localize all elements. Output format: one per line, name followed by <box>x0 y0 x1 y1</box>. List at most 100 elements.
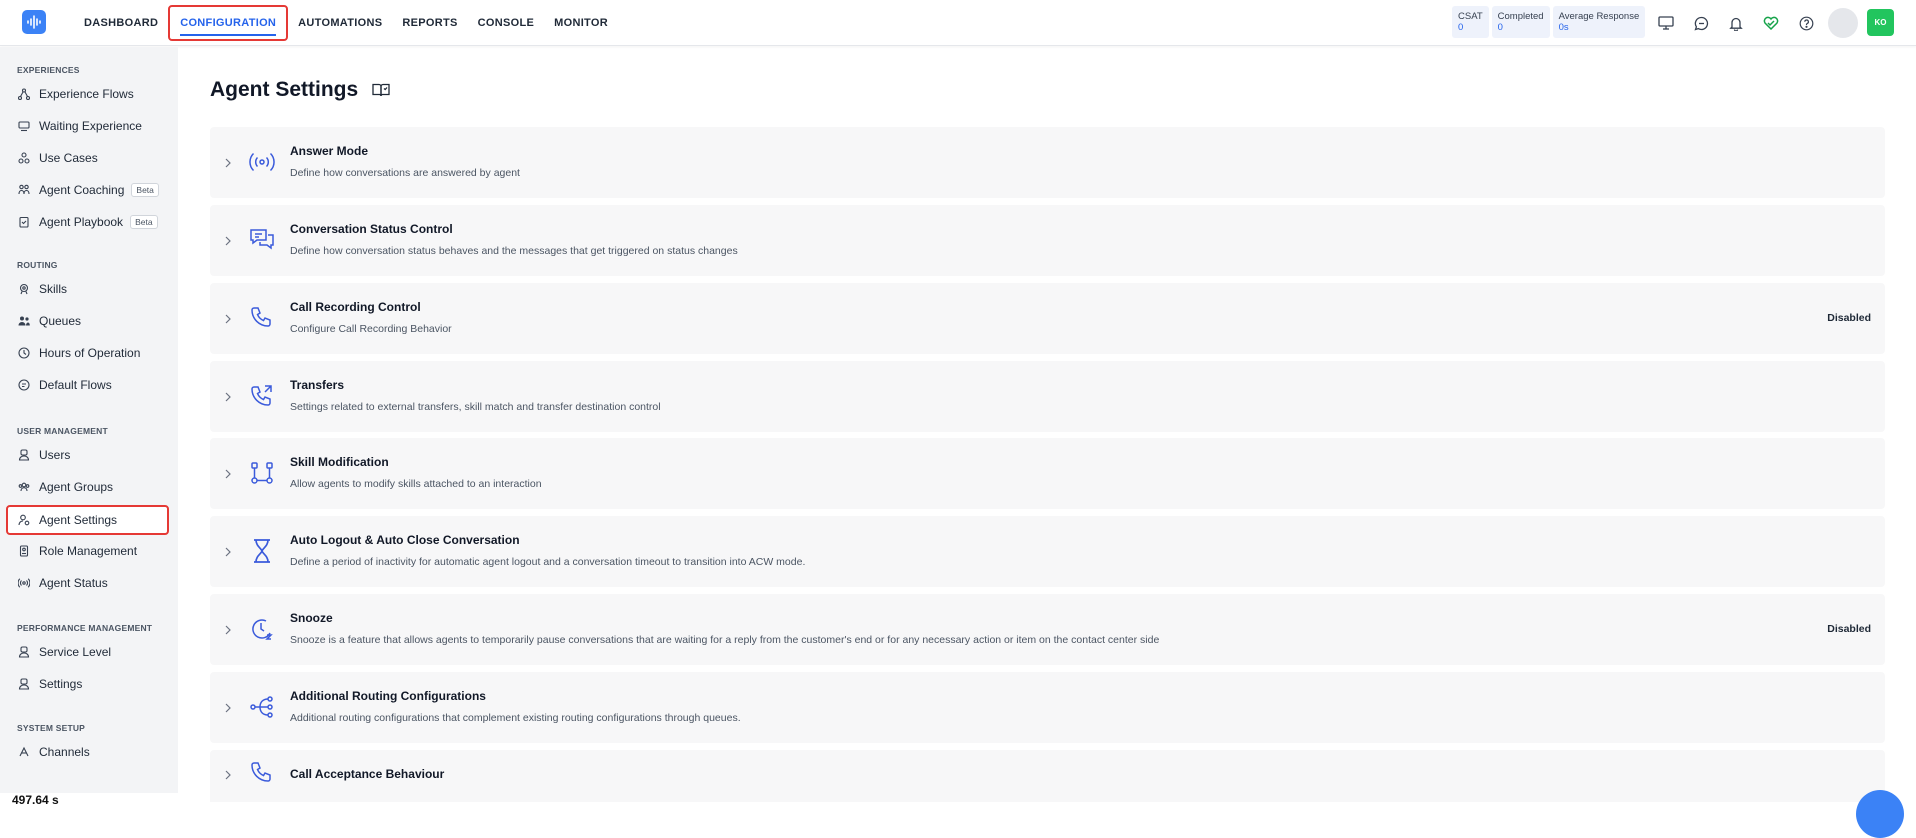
chat-fab-button[interactable] <box>1856 790 1904 838</box>
sidebar-item-experience-flows[interactable]: Experience Flows <box>6 79 169 109</box>
sidebar-item-channels[interactable]: Channels <box>6 737 169 767</box>
setting-card-auto-logout[interactable]: Auto Logout & Auto Close Conversation De… <box>210 516 1885 587</box>
sidebar-item-skills[interactable]: Skills <box>6 274 169 304</box>
setting-card-additional-routing[interactable]: Additional Routing Configurations Additi… <box>210 672 1885 743</box>
setting-description: Define how conversation status behaves a… <box>290 245 738 257</box>
snooze-clock-icon <box>252 619 273 640</box>
setting-card-snooze[interactable]: Snooze Snooze is a feature that allows a… <box>210 594 1885 665</box>
chevron-right-icon[interactable] <box>224 392 232 402</box>
app-logo-icon[interactable] <box>22 10 46 34</box>
skills-icon <box>19 283 29 295</box>
sidebar-item-label: Service Level <box>39 645 112 659</box>
nav-dashboard[interactable]: DASHBOARD <box>74 5 168 41</box>
sidebar-item-label: Role Management <box>39 544 138 558</box>
setting-card-call-recording-control[interactable]: Call Recording Control Configure Call Re… <box>210 283 1885 354</box>
stat-label: Average Response <box>1558 11 1640 22</box>
setting-description: Define how conversations are answered by… <box>290 167 520 179</box>
section-title-experiences: EXPERIENCES <box>17 65 80 75</box>
setting-card-conversation-status-control[interactable]: Conversation Status Control Define how c… <box>210 205 1885 276</box>
avatar[interactable] <box>1828 8 1858 38</box>
main-nav: DASHBOARD CONFIGURATION AUTOMATIONS REPO… <box>74 0 618 46</box>
sidebar-item-service-level[interactable]: Service Level <box>6 637 169 667</box>
phone-icon <box>251 762 271 782</box>
stat-average-response: Average Response 0s <box>1552 6 1646 38</box>
use-cases-icon <box>18 152 30 164</box>
sidebar-item-label: Settings <box>39 677 83 691</box>
status-icon <box>18 578 30 588</box>
sidebar-item-queues[interactable]: Queues <box>6 306 169 336</box>
chat-icon[interactable] <box>1689 11 1713 35</box>
setting-card-transfers[interactable]: Transfers Settings related to external t… <box>210 361 1885 432</box>
chevron-right-icon[interactable] <box>224 703 232 713</box>
setting-card-skill-modification[interactable]: Skill Modification Allow agents to modif… <box>210 438 1885 509</box>
nav-console[interactable]: CONSOLE <box>468 5 545 41</box>
setting-status: Disabled <box>1827 623 1871 635</box>
setting-title: Snooze <box>290 611 333 625</box>
queues-icon <box>18 316 30 326</box>
stat-value: 0 <box>1458 22 1464 33</box>
chevron-right-icon[interactable] <box>224 547 232 557</box>
setting-description: Allow agents to modify skills attached t… <box>290 478 542 490</box>
nav-configuration[interactable]: CONFIGURATION <box>168 5 289 41</box>
sidebar-footer-timer: 497.64 s <box>0 793 178 807</box>
sidebar-item-label: Agent Settings <box>39 513 118 527</box>
section-title-routing: ROUTING <box>17 260 58 270</box>
book-icon[interactable] <box>372 82 390 98</box>
role-icon <box>19 545 29 557</box>
setting-title: Transfers <box>290 378 345 392</box>
setting-title: Call Acceptance Behaviour <box>290 767 445 781</box>
sidebar-item-agent-coaching[interactable]: Agent Coaching Beta <box>6 175 169 205</box>
chevron-right-icon[interactable] <box>224 314 232 324</box>
sidebar-item-label: Waiting Experience <box>39 119 142 133</box>
chevron-right-icon[interactable] <box>224 469 232 479</box>
routing-icon <box>250 696 273 718</box>
sidebar-item-label: Skills <box>39 282 68 296</box>
page-title: Agent Settings <box>210 78 359 101</box>
sidebar-item-role-management[interactable]: Role Management <box>6 536 169 566</box>
sidebar-item-settings[interactable]: Settings <box>6 669 169 699</box>
help-icon[interactable] <box>1794 11 1818 35</box>
chevron-right-icon[interactable] <box>224 770 232 780</box>
agent-groups-icon <box>18 482 30 492</box>
nav-monitor[interactable]: MONITOR <box>544 5 618 41</box>
settings-icon <box>18 678 30 690</box>
sidebar-item-waiting-experience[interactable]: Waiting Experience <box>6 111 169 141</box>
setting-title: Call Recording Control <box>290 300 421 314</box>
stat-label: CSAT <box>1458 11 1483 22</box>
nav-automations[interactable]: AUTOMATIONS <box>288 5 392 41</box>
chevron-right-icon[interactable] <box>224 158 232 168</box>
channels-icon <box>19 746 29 757</box>
sidebar-item-label: Users <box>39 448 71 462</box>
setting-description: Additional routing configurations that c… <box>290 712 741 724</box>
sidebar-item-agent-settings[interactable]: Agent Settings <box>6 505 169 535</box>
heart-check-icon[interactable] <box>1759 11 1783 35</box>
sidebar-item-use-cases[interactable]: Use Cases <box>6 143 169 173</box>
setting-card-call-acceptance[interactable]: Call Acceptance Behaviour <box>210 750 1885 802</box>
bell-icon[interactable] <box>1724 11 1748 35</box>
skill-graph-icon <box>251 462 273 484</box>
setting-description: Configure Call Recording Behavior <box>290 323 452 335</box>
monitor-icon[interactable] <box>1654 11 1678 35</box>
user-initials-avatar[interactable]: KO <box>1867 9 1894 36</box>
sidebar-item-agent-status[interactable]: Agent Status <box>6 568 169 598</box>
flow-icon <box>18 88 30 100</box>
sidebar-item-label: Agent Groups <box>39 480 114 494</box>
setting-card-answer-mode[interactable]: Answer Mode Define how conversations are… <box>210 127 1885 198</box>
service-level-icon <box>18 646 30 658</box>
nav-reports[interactable]: REPORTS <box>392 5 467 41</box>
default-flows-icon <box>18 379 30 391</box>
chevron-right-icon[interactable] <box>224 236 232 246</box>
setting-status: Disabled <box>1827 312 1871 324</box>
waiting-icon <box>18 121 30 132</box>
clock-icon <box>18 347 30 359</box>
sidebar-item-label: Agent Coaching <box>39 183 125 197</box>
sidebar-item-hours-of-operation[interactable]: Hours of Operation <box>6 338 169 368</box>
section-title-system-setup: SYSTEM SETUP <box>17 723 86 733</box>
sidebar-item-agent-playbook[interactable]: Agent Playbook Beta <box>6 207 169 237</box>
stats-bar: CSAT 0 Completed 0 Average Response 0s <box>1452 6 1646 38</box>
sidebar-item-agent-groups[interactable]: Agent Groups <box>6 472 169 502</box>
sidebar-item-users[interactable]: Users <box>6 440 169 470</box>
chevron-right-icon[interactable] <box>224 625 232 635</box>
sidebar-item-default-flows[interactable]: Default Flows <box>6 370 169 400</box>
section-title-performance-management: PERFORMANCE MANAGEMENT <box>17 623 153 633</box>
